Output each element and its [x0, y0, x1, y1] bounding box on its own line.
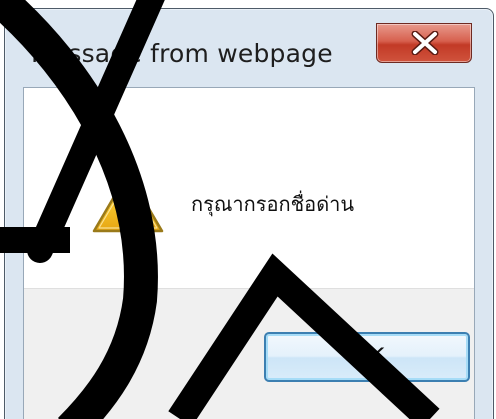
dialog-message: กรุณากรอกชื่อด่าน	[191, 192, 355, 216]
dialog-title: Message from webpage	[31, 39, 333, 68]
ok-button[interactable]: OK	[264, 332, 470, 382]
dialog-titlebar[interactable]: Message from webpage	[5, 9, 493, 87]
screenshot-stage: Message from webpage กรุณากรอกชื่อด่าน O…	[0, 0, 496, 419]
dialog-client-area: กรุณากรอกชื่อด่าน OK	[23, 87, 475, 419]
message-area: กรุณากรอกชื่อด่าน	[24, 88, 474, 288]
close-x-icon	[411, 31, 439, 55]
close-button[interactable]	[376, 23, 472, 63]
warning-icon	[92, 171, 164, 233]
message-dialog: Message from webpage กรุณากรอกชื่อด่าน O…	[4, 8, 494, 419]
button-area: OK	[24, 288, 474, 419]
